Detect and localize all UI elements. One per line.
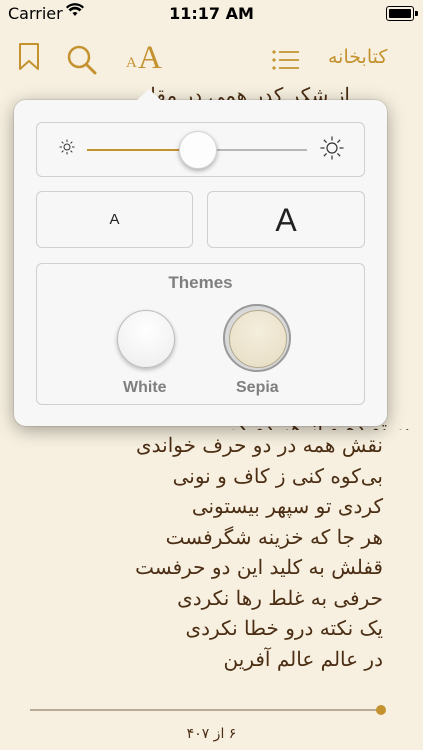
reading-progress-knob[interactable]	[376, 705, 386, 715]
table-of-contents-icon[interactable]	[272, 48, 300, 72]
status-bar: Carrier 11:17 AM	[0, 0, 423, 28]
theme-sepia-swatch[interactable]	[229, 310, 287, 368]
search-icon[interactable]	[66, 44, 98, 76]
font-size-small-glyph: A	[126, 55, 137, 71]
book-line: کردی تو سپهر بیستونی	[191, 494, 383, 518]
bookmark-icon[interactable]	[18, 43, 40, 71]
brightness-control	[36, 122, 365, 177]
reading-progress-bar[interactable]	[30, 705, 386, 715]
display-settings-popover: A A Themes White Sepia	[14, 89, 387, 426]
increase-font-button[interactable]: A	[207, 191, 365, 248]
theme-white-swatch[interactable]	[117, 310, 175, 368]
brightness-low-icon	[59, 139, 75, 155]
book-line: در عالم عالم آفرین	[223, 646, 383, 671]
themes-title: Themes	[168, 273, 233, 292]
library-button[interactable]: کتابخانه	[328, 46, 387, 68]
theme-white-label: White	[123, 379, 167, 396]
theme-sepia-label: Sepia	[236, 379, 279, 396]
brightness-slider-thumb[interactable]	[179, 131, 217, 169]
increase-font-label: A	[275, 202, 297, 238]
book-line: نقش همه در دو حرف خواندی	[135, 433, 383, 457]
page-indicator: ۶ از ۴۰۷	[186, 726, 237, 742]
battery-icon	[386, 6, 418, 21]
book-line: یک نکته درو خطا نکردی	[185, 616, 383, 640]
brightness-slider[interactable]	[87, 131, 307, 169]
brightness-high-icon	[320, 136, 344, 160]
clock: 11:17 AM	[169, 4, 254, 23]
book-line: بی‌کوه کنی ز کاف و نونی	[172, 463, 383, 488]
book-line: حرفی به غلط رها نکردی	[177, 585, 383, 610]
decrease-font-button[interactable]: A	[36, 191, 193, 248]
reader-toolbar: A A کتابخانه	[0, 28, 423, 88]
book-line: قفلش به کلید این دو حرفست	[135, 555, 383, 579]
book-line: هر جا که خزینه شگرفست	[165, 524, 383, 549]
font-size-large-glyph: A	[138, 40, 162, 76]
book-text: نقش همه در دو حرف خواندی بی‌کوه کنی ز کا…	[135, 430, 383, 674]
font-size-button[interactable]: A A	[126, 40, 166, 77]
popover-arrow	[136, 89, 162, 101]
themes-panel: Themes White Sepia	[36, 263, 365, 405]
decrease-font-label: A	[109, 211, 120, 228]
